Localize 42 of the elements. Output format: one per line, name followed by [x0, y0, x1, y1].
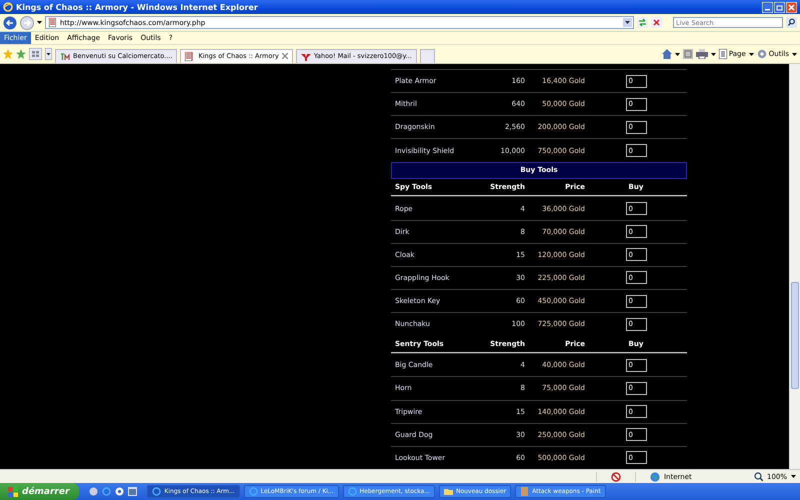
page-icon	[49, 18, 56, 27]
folder-icon	[444, 487, 453, 496]
page-icon	[718, 49, 727, 59]
back-icon[interactable]	[3, 16, 17, 30]
search-icon[interactable]	[786, 17, 797, 28]
browser-logo-icon	[248, 487, 258, 496]
stop-icon[interactable]	[651, 17, 662, 28]
scrollbar-thumb[interactable]	[791, 282, 799, 389]
browser-logo-icon	[3, 2, 13, 12]
site-icon	[60, 52, 70, 60]
scrollbar[interactable]	[789, 64, 800, 469]
site-icon	[185, 52, 196, 60]
favorites-star-icon[interactable]	[3, 49, 13, 59]
globe-icon	[650, 472, 660, 482]
caret-icon[interactable]	[792, 52, 797, 56]
print-icon[interactable]	[696, 49, 708, 59]
gear-icon	[756, 49, 767, 59]
start-button[interactable]: démarrer	[0, 483, 80, 500]
close-tab-icon[interactable]	[282, 53, 288, 59]
media-icon[interactable]	[115, 487, 124, 496]
zoom-icon[interactable]	[754, 472, 763, 481]
caret-icon[interactable]	[710, 52, 716, 56]
caret-icon[interactable]	[674, 52, 680, 56]
refresh-icon[interactable]	[637, 17, 648, 28]
site-icon	[300, 52, 311, 60]
dropdown-icon[interactable]	[623, 18, 632, 27]
close-icon[interactable]	[786, 2, 797, 12]
caret-icon[interactable]	[748, 52, 754, 56]
restore-icon[interactable]	[774, 2, 785, 12]
add-favorite-icon[interactable]	[16, 49, 26, 59]
window-icon[interactable]	[128, 487, 138, 496]
tab-list-caret-icon[interactable]	[45, 48, 52, 60]
paint-icon	[520, 487, 530, 496]
caret-icon[interactable]	[791, 475, 796, 478]
home-icon[interactable]	[662, 49, 672, 59]
browser-logo-icon	[348, 487, 357, 496]
blocked-icon	[610, 472, 621, 482]
browser-logo-icon	[152, 487, 162, 496]
window-title: Kings of Chaos :: Armory - Windows Internet Explorer	[16, 2, 259, 12]
windows-flag-icon	[8, 486, 18, 496]
caret-icon[interactable]	[37, 21, 42, 24]
minimize-icon[interactable]	[762, 2, 773, 12]
